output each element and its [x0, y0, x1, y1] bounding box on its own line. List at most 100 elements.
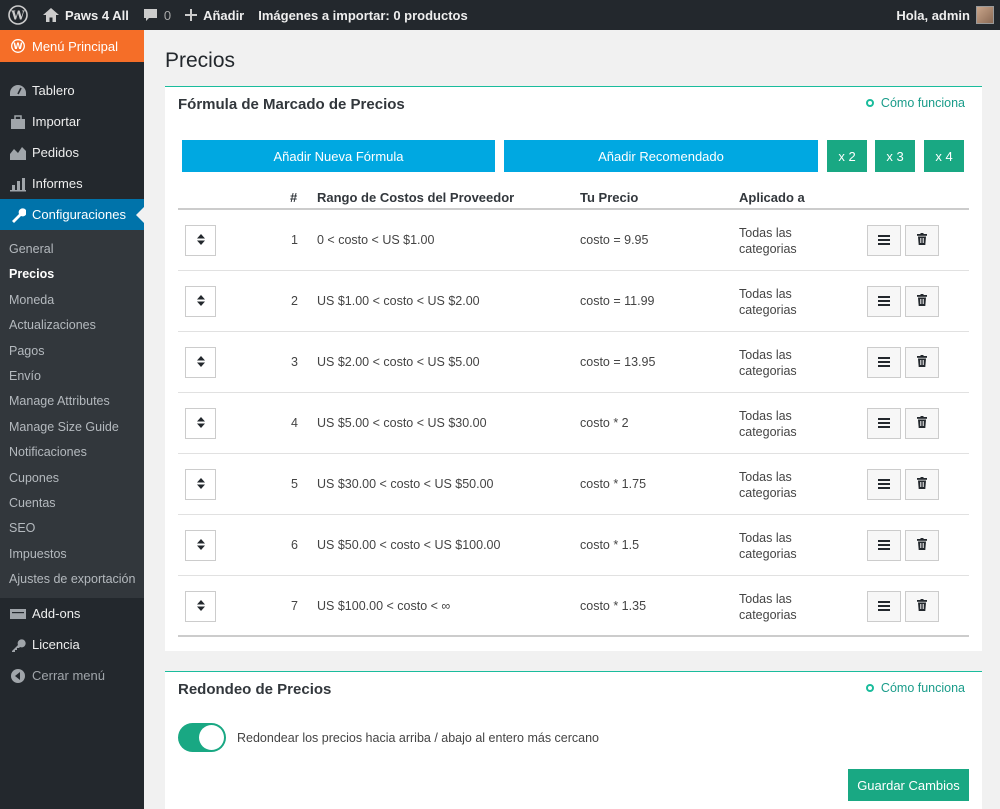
- sort-icon: [196, 294, 205, 309]
- col-num: #: [290, 190, 298, 205]
- menu-item-licencia[interactable]: Licencia: [0, 629, 144, 660]
- plugin-logo-icon: W: [8, 39, 28, 53]
- table-row: 5 US $30.00 < costo < US $50.00 costo * 1.…: [178, 454, 969, 515]
- drag-handle[interactable]: [185, 469, 216, 500]
- drag-handle[interactable]: [185, 347, 216, 378]
- row-number: 3: [291, 355, 298, 369]
- drag-handle[interactable]: [185, 408, 216, 439]
- submenu-manage-size-guide[interactable]: Manage Size Guide: [0, 415, 144, 440]
- markup-formula-panel: Fórmula de Marcado de Precios Cómo funci…: [165, 86, 982, 651]
- delete-rule-button[interactable]: [905, 591, 939, 622]
- sort-icon: [196, 538, 205, 553]
- edit-rule-button[interactable]: [867, 286, 901, 317]
- rounding-panel: Redondeo de Precios Cómo funciona Redond…: [165, 671, 982, 809]
- how-it-works-link[interactable]: Cómo funciona: [865, 681, 965, 695]
- comments-link[interactable]: 0: [136, 0, 178, 30]
- site-name-link[interactable]: Paws 4 All: [36, 0, 136, 30]
- user-account-menu[interactable]: Hola, admin: [889, 0, 1000, 30]
- submenu-manage-attributes[interactable]: Manage Attributes: [0, 389, 144, 414]
- settings-submenu: General Precios Moneda Actualizaciones P…: [0, 230, 144, 599]
- submenu-impuestos[interactable]: Impuestos: [0, 542, 144, 567]
- menu-item-add-ons[interactable]: Add-ons: [0, 598, 144, 629]
- edit-rule-button[interactable]: [867, 408, 901, 439]
- dashboard-icon: [8, 83, 28, 99]
- delete-rule-button[interactable]: [905, 225, 939, 256]
- drag-handle[interactable]: [185, 225, 216, 256]
- import-status-link[interactable]: Imágenes a importar: 0 productos: [251, 0, 475, 30]
- submenu-general[interactable]: General: [0, 237, 144, 262]
- drag-handle[interactable]: [185, 530, 216, 561]
- add-formula-button[interactable]: Añadir Nueva Fórmula: [182, 140, 495, 172]
- row-price: costo * 1.5: [580, 538, 640, 552]
- submenu-moneda[interactable]: Moneda: [0, 288, 144, 313]
- col-price: Tu Precio: [580, 190, 639, 205]
- table-row: 6 US $50.00 < costo < US $100.00 costo * 1…: [178, 515, 969, 576]
- delete-rule-button[interactable]: [905, 408, 939, 439]
- row-number: 4: [291, 416, 298, 430]
- col-range: Rango de Costos del Proveedor: [317, 190, 515, 205]
- wordpress-logo-icon[interactable]: W: [0, 0, 36, 30]
- submenu-notificaciones[interactable]: Notificaciones: [0, 440, 144, 465]
- collapse-menu-label: Cerrar menú: [32, 668, 105, 684]
- menu-main[interactable]: W Menú Principal: [0, 30, 144, 62]
- row-range: 0 < costo < US $1.00: [317, 233, 435, 247]
- sort-icon: [196, 355, 205, 370]
- how-it-works-label: Cómo funciona: [880, 96, 965, 110]
- row-number: 2: [291, 294, 298, 308]
- submenu-pagos[interactable]: Pagos: [0, 339, 144, 364]
- submenu-actualizaciones[interactable]: Actualizaciones: [0, 313, 144, 338]
- row-price: costo = 9.95: [580, 233, 649, 247]
- submenu-precios[interactable]: Precios: [0, 262, 144, 287]
- submenu-cuentas[interactable]: Cuentas: [0, 491, 144, 516]
- menu-main-label: Menú Principal: [32, 38, 118, 54]
- delete-rule-button[interactable]: [905, 347, 939, 378]
- add-new-link[interactable]: Añadir: [178, 0, 251, 30]
- rounding-toggle-label: Redondear los precios hacia arriba / aba…: [237, 731, 600, 745]
- rounding-toggle[interactable]: [178, 723, 226, 752]
- menu-item-importar[interactable]: Importar: [0, 106, 144, 137]
- sort-icon: [196, 233, 205, 248]
- delete-rule-button[interactable]: [905, 469, 939, 500]
- info-dot-icon: [865, 684, 874, 692]
- multiplier-x4-button[interactable]: x 4: [924, 140, 964, 172]
- submenu-seo[interactable]: SEO: [0, 516, 144, 541]
- table-row: 7 US $100.00 < costo < ∞ costo * 1.35 Todas…: [178, 576, 969, 637]
- submenu-envio[interactable]: Envío: [0, 364, 144, 389]
- multiplier-x3-button[interactable]: x 3: [875, 140, 915, 172]
- edit-rule-button[interactable]: [867, 530, 901, 561]
- page-title: Precios: [165, 49, 236, 72]
- drag-handle[interactable]: [185, 286, 216, 317]
- edit-rule-button[interactable]: [867, 347, 901, 378]
- menu-item-informes[interactable]: Informes: [0, 168, 144, 199]
- menu-icon: [878, 356, 890, 370]
- table-row: 1 0 < costo < US $1.00 costo = 9.95 Todas l…: [178, 210, 969, 271]
- how-it-works-label: Cómo funciona: [880, 681, 965, 695]
- edit-rule-button[interactable]: [867, 469, 901, 500]
- submenu-cupones[interactable]: Cupones: [0, 466, 144, 491]
- svg-text:W: W: [13, 42, 23, 52]
- collapse-arrow-icon: [8, 668, 28, 684]
- collapse-menu-button[interactable]: Cerrar menú: [0, 660, 144, 691]
- multiplier-x2-button[interactable]: x 2: [827, 140, 867, 172]
- addons-icon: [8, 606, 28, 622]
- delete-rule-button[interactable]: [905, 286, 939, 317]
- submenu-ajustes-exportacion[interactable]: Ajustes de exportación: [0, 567, 144, 592]
- home-icon: [43, 8, 59, 22]
- plus-icon: [185, 9, 198, 21]
- edit-rule-button[interactable]: [867, 225, 901, 256]
- menu-item-pedidos[interactable]: Pedidos: [0, 137, 144, 168]
- how-it-works-link[interactable]: Cómo funciona: [865, 96, 965, 110]
- trash-icon: [917, 477, 927, 492]
- add-recommended-button[interactable]: Añadir Recomendado: [504, 140, 818, 172]
- menu-icon: [878, 539, 890, 553]
- menu-item-label: Add-ons: [32, 606, 81, 622]
- trash-icon: [917, 355, 927, 370]
- delete-rule-button[interactable]: [905, 530, 939, 561]
- menu-item-configuraciones[interactable]: Configuraciones: [0, 199, 144, 230]
- main-content: Precios Fórmula de Marcado de Precios Có…: [144, 30, 1000, 809]
- edit-rule-button[interactable]: [867, 591, 901, 622]
- row-range: US $50.00 < costo < US $100.00: [317, 538, 501, 552]
- menu-item-tablero[interactable]: Tablero: [0, 75, 144, 106]
- drag-handle[interactable]: [185, 591, 216, 622]
- save-changes-button[interactable]: Guardar Cambios: [848, 769, 969, 801]
